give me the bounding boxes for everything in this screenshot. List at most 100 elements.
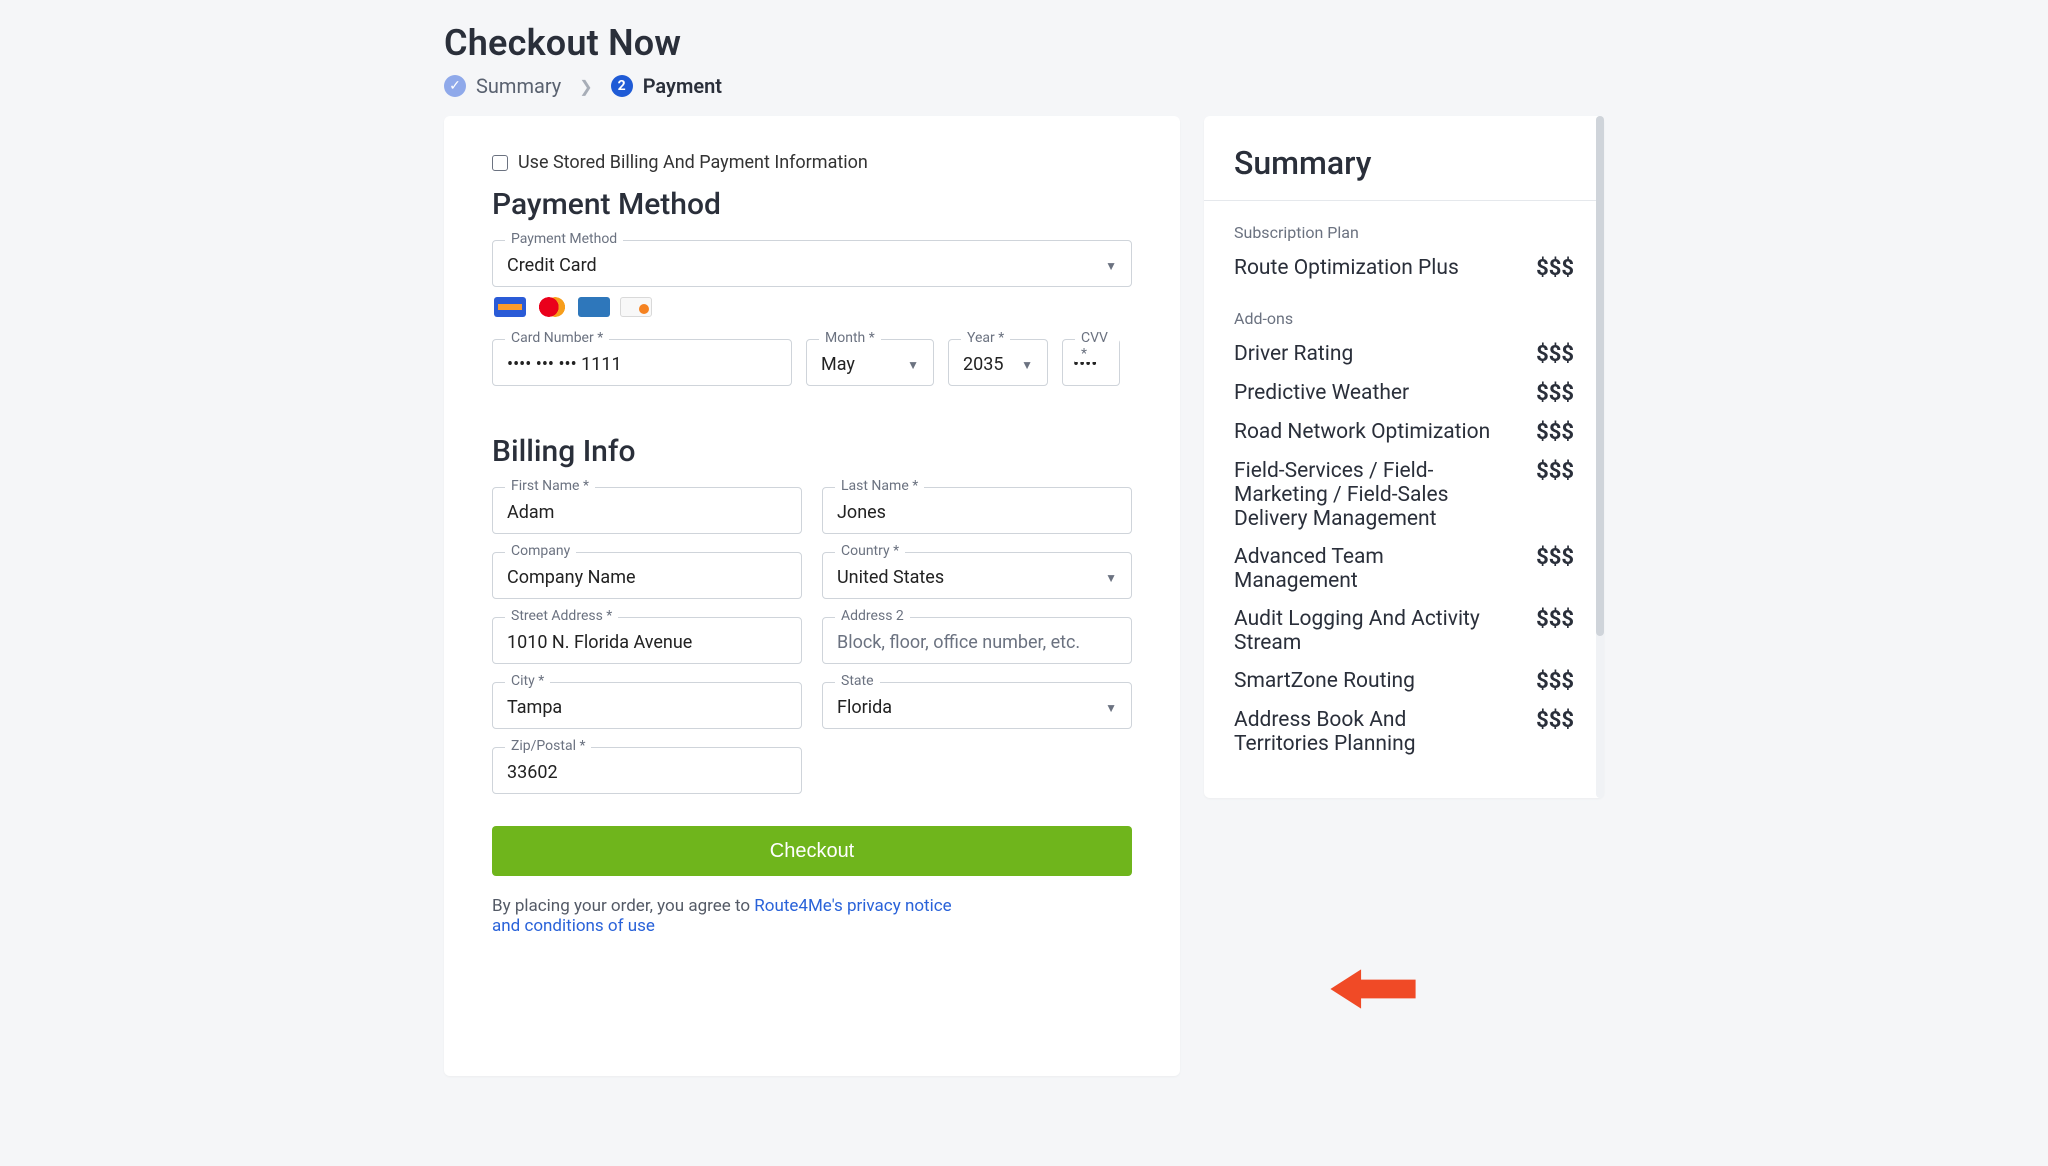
last-name-input[interactable]: Last Name * Jones xyxy=(822,487,1132,534)
state-value: Florida xyxy=(837,697,1105,718)
addon-name: Advanced Team Management xyxy=(1234,545,1494,593)
last-name-legend: Last Name * xyxy=(835,478,924,494)
exp-month-select[interactable]: Month * May ▼ xyxy=(806,339,934,386)
city-value: Tampa xyxy=(507,697,787,718)
addon-name: Field-Services / Field-Marketing / Field… xyxy=(1234,459,1494,531)
discover-icon xyxy=(620,297,652,317)
chevron-right-icon: ❯ xyxy=(579,77,592,96)
terms-prefix: By placing your order, you agree to xyxy=(492,896,754,916)
plan-label: Subscription Plan xyxy=(1234,223,1574,242)
addon-name: Audit Logging And Activity Stream xyxy=(1234,607,1494,655)
plan-price: $$$ xyxy=(1536,256,1574,281)
addon-row: SmartZone Routing $$$ xyxy=(1234,669,1574,694)
country-value: United States xyxy=(837,567,1105,588)
card-brand-icons xyxy=(494,297,1132,317)
address2-legend: Address 2 xyxy=(835,608,910,624)
chevron-down-icon: ▼ xyxy=(1021,358,1033,372)
payment-method-legend: Payment Method xyxy=(505,231,623,247)
checkbox-icon[interactable] xyxy=(492,155,508,171)
summary-card: Summary Subscription Plan Route Optimiza… xyxy=(1204,116,1604,798)
cvv-input[interactable]: CVV * •••• xyxy=(1062,339,1120,386)
country-select[interactable]: Country * United States ▼ xyxy=(822,552,1132,599)
addon-price: $$$ xyxy=(1536,420,1574,445)
city-input[interactable]: City * Tampa xyxy=(492,682,802,729)
cvv-legend: CVV * xyxy=(1075,330,1119,362)
check-icon: ✓ xyxy=(444,75,466,97)
exp-month-value: May xyxy=(821,354,907,375)
zip-legend: Zip/Postal * xyxy=(505,738,591,754)
breadcrumb-payment-label: Payment xyxy=(643,74,722,98)
checkout-button[interactable]: Checkout xyxy=(492,826,1132,876)
breadcrumb: ✓ Summary ❯ 2 Payment xyxy=(444,74,1604,98)
scrollbar-thumb[interactable] xyxy=(1596,116,1604,636)
addon-name: Predictive Weather xyxy=(1234,381,1409,405)
street-legend: Street Address * xyxy=(505,608,618,624)
chevron-down-icon: ▼ xyxy=(907,358,919,372)
chevron-down-icon: ▼ xyxy=(1105,259,1117,273)
exp-year-legend: Year * xyxy=(961,330,1010,346)
billing-title: Billing Info xyxy=(492,434,1132,469)
addon-price: $$$ xyxy=(1536,708,1574,733)
addon-name: Driver Rating xyxy=(1234,342,1353,366)
addon-name: Road Network Optimization xyxy=(1234,420,1490,444)
first-name-input[interactable]: First Name * Adam xyxy=(492,487,802,534)
divider xyxy=(1204,200,1604,201)
addon-row: Road Network Optimization $$$ xyxy=(1234,420,1574,445)
addon-name: Address Book And Territories Planning xyxy=(1234,708,1494,756)
addon-row: Address Book And Territories Planning $$$ xyxy=(1234,708,1574,756)
addon-row: Field-Services / Field-Marketing / Field… xyxy=(1234,459,1574,531)
payment-method-select[interactable]: Payment Method Credit Card ▼ xyxy=(492,240,1132,287)
company-legend: Company xyxy=(505,543,576,559)
terms-text: By placing your order, you agree to Rout… xyxy=(492,896,1132,936)
addon-price: $$$ xyxy=(1536,342,1574,367)
addon-row: Driver Rating $$$ xyxy=(1234,342,1574,367)
street-value: 1010 N. Florida Avenue xyxy=(507,632,787,653)
address2-input[interactable]: Address 2 Block, floor, office number, e… xyxy=(822,617,1132,664)
callout-arrow-icon xyxy=(1330,966,1416,1012)
city-legend: City * xyxy=(505,673,550,689)
privacy-link[interactable]: Route4Me's privacy notice xyxy=(754,896,951,916)
addon-price: $$$ xyxy=(1536,545,1574,570)
plan-row: Route Optimization Plus $$$ xyxy=(1234,256,1574,281)
visa-icon xyxy=(494,297,526,317)
last-name-value: Jones xyxy=(837,502,1117,523)
conditions-link[interactable]: and conditions of use xyxy=(492,916,655,936)
country-legend: Country * xyxy=(835,543,905,559)
amex-icon xyxy=(578,297,610,317)
chevron-down-icon: ▼ xyxy=(1105,701,1117,715)
scrollbar-track[interactable] xyxy=(1596,116,1604,798)
card-number-input[interactable]: Card Number * •••• ••• ••• 1111 xyxy=(492,339,792,386)
street-address-input[interactable]: Street Address * 1010 N. Florida Avenue xyxy=(492,617,802,664)
addon-price: $$$ xyxy=(1536,669,1574,694)
payment-method-title: Payment Method xyxy=(492,187,1132,222)
step-badge: 2 xyxy=(611,75,633,97)
addon-row: Audit Logging And Activity Stream$$$ xyxy=(1234,607,1574,655)
zip-input[interactable]: Zip/Postal * 33602 xyxy=(492,747,802,794)
addon-row: Advanced Team Management $$$ xyxy=(1234,545,1574,593)
company-value: Company Name xyxy=(507,567,787,588)
first-name-legend: First Name * xyxy=(505,478,595,494)
state-select[interactable]: State Florida ▼ xyxy=(822,682,1132,729)
card-number-legend: Card Number * xyxy=(505,330,609,346)
addon-price: $$$ xyxy=(1536,381,1574,406)
addon-row: Predictive Weather $$$ xyxy=(1234,381,1574,406)
breadcrumb-summary[interactable]: ✓ Summary xyxy=(444,74,561,98)
page-title: Checkout Now xyxy=(444,22,1604,64)
use-stored-row[interactable]: Use Stored Billing And Payment Informati… xyxy=(492,152,1132,173)
summary-title: Summary xyxy=(1234,144,1574,182)
state-legend: State xyxy=(835,673,880,689)
plan-name: Route Optimization Plus xyxy=(1234,256,1459,280)
mastercard-icon xyxy=(536,297,568,317)
breadcrumb-payment[interactable]: 2 Payment xyxy=(611,74,722,98)
use-stored-label: Use Stored Billing And Payment Informati… xyxy=(518,152,868,173)
address2-placeholder: Block, floor, office number, etc. xyxy=(837,632,1117,653)
addon-name: SmartZone Routing xyxy=(1234,669,1415,693)
payment-method-value: Credit Card xyxy=(507,255,1105,276)
zip-value: 33602 xyxy=(507,762,787,783)
card-number-value: •••• ••• ••• 1111 xyxy=(507,354,777,375)
addons-label: Add-ons xyxy=(1234,309,1574,328)
company-input[interactable]: Company Company Name xyxy=(492,552,802,599)
payment-card: Use Stored Billing And Payment Informati… xyxy=(444,116,1180,1076)
exp-year-select[interactable]: Year * 2035 ▼ xyxy=(948,339,1048,386)
exp-year-value: 2035 xyxy=(963,354,1021,375)
